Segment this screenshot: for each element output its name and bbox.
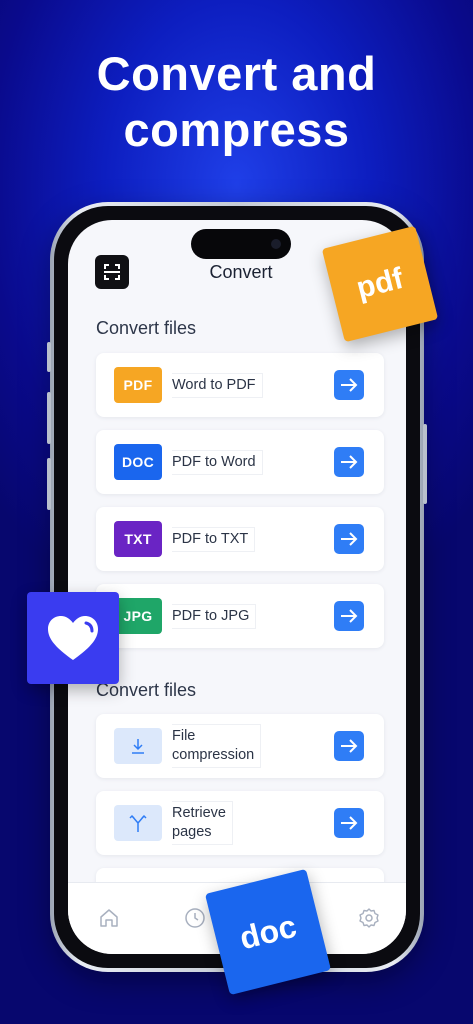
- list-item-retrieve-pages[interactable]: Retrieve pages: [96, 791, 384, 855]
- phone-power-button: [423, 424, 427, 504]
- arrow-right-icon: [341, 609, 358, 623]
- headline-line-1: Convert and: [96, 47, 377, 100]
- txt-badge: TXT: [114, 521, 162, 557]
- list-item-file-compression[interactable]: File compression: [96, 714, 384, 778]
- tab-home[interactable]: [96, 905, 122, 931]
- gear-icon: [359, 908, 379, 928]
- arrow-right-icon: [341, 455, 358, 469]
- doc-badge: DOC: [114, 444, 162, 480]
- list-item-word-to-pdf[interactable]: PDF Word to PDF: [96, 353, 384, 417]
- go-button[interactable]: [334, 731, 364, 761]
- list-item-pdf-to-jpg[interactable]: JPG PDF to JPG: [96, 584, 384, 648]
- heart-icon: [27, 592, 119, 684]
- tab-settings[interactable]: [356, 905, 382, 931]
- camera-icon: [271, 239, 281, 249]
- item-label: File compression: [172, 724, 262, 768]
- item-label: PDF to TXT: [172, 526, 256, 552]
- phone-side-button: [47, 342, 51, 372]
- phone-volume-up: [47, 392, 51, 444]
- phone-volume-down: [47, 458, 51, 510]
- item-label: Retrieve pages: [172, 801, 233, 845]
- section-title: Convert files: [96, 318, 197, 338]
- go-button[interactable]: [334, 524, 364, 554]
- go-button[interactable]: [334, 447, 364, 477]
- home-icon: [100, 909, 118, 927]
- download-icon: [114, 728, 162, 764]
- arrow-right-icon: [341, 739, 358, 753]
- list-item-pdf-to-txt[interactable]: TXT PDF to TXT: [96, 507, 384, 571]
- item-label: Word to PDF: [172, 372, 263, 398]
- arrow-right-icon: [341, 816, 358, 830]
- pdf-badge: PDF: [114, 367, 162, 403]
- split-icon: [114, 805, 162, 841]
- arrow-right-icon: [341, 378, 358, 392]
- clock-icon: [185, 908, 205, 928]
- headline-line-2: compress: [123, 103, 350, 156]
- go-button[interactable]: [334, 808, 364, 838]
- item-label: PDF to JPG: [172, 603, 257, 629]
- go-button[interactable]: [334, 601, 364, 631]
- go-button[interactable]: [334, 370, 364, 400]
- dynamic-island: [191, 229, 291, 259]
- arrow-right-icon: [341, 532, 358, 546]
- list-item-pdf-to-word[interactable]: DOC PDF to Word: [96, 430, 384, 494]
- headline: Convert and compress: [0, 46, 473, 158]
- tab-history[interactable]: [182, 905, 208, 931]
- item-label: PDF to Word: [172, 449, 263, 475]
- jpg-badge: JPG: [114, 598, 162, 634]
